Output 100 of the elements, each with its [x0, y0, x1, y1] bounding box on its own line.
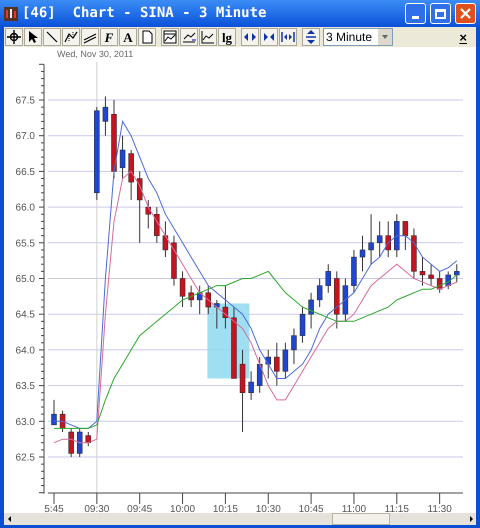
candlestick: [445, 270, 451, 290]
y-axis-label: 65.5: [16, 238, 35, 250]
candlestick: [308, 292, 314, 329]
indicator-chart-icon: [201, 30, 215, 44]
close-button[interactable]: [455, 3, 476, 24]
y-axis-label: 63.0: [16, 416, 35, 428]
candlestick: [222, 285, 228, 329]
expand-arrows-icon: [243, 30, 257, 44]
trendline-button[interactable]: [62, 28, 80, 46]
candlestick: [86, 432, 92, 447]
pointer-button[interactable]: [24, 28, 42, 46]
candlestick: [342, 278, 348, 322]
font-button[interactable]: F: [100, 28, 118, 46]
line-button[interactable]: [43, 28, 61, 46]
y-axis-label: 64.5: [16, 310, 35, 321]
candlestick: [128, 149, 134, 200]
candlestick: [68, 428, 74, 458]
chart-overlay-icon: [182, 30, 196, 44]
candlestick: [300, 306, 306, 344]
candlestick: [154, 206, 160, 244]
end-arrows-icon: [281, 30, 295, 44]
x-axis-label: 11:00: [342, 504, 366, 513]
candlestick: [256, 356, 262, 394]
candlestick: [188, 285, 194, 308]
y-axis-label: 66.0: [16, 202, 35, 214]
y-axis-label: 63.5: [16, 381, 35, 392]
y-axis-label: 64.0: [16, 345, 35, 356]
trendline-icon: [64, 30, 78, 44]
crosshair-button[interactable]: [5, 28, 23, 46]
candlestick: [454, 264, 460, 283]
candlestick: [274, 342, 280, 386]
window-title: [46] Chart - SINA - 3 Minute: [22, 4, 268, 23]
vertical-expand-icon: [304, 30, 318, 44]
x-axis-label: 10:15: [212, 504, 238, 513]
candlestick: [402, 220, 408, 250]
candlestick: [316, 278, 322, 308]
candlestick: [351, 249, 357, 294]
candlestick: [428, 264, 434, 286]
close-icon: [460, 8, 471, 19]
x-axis-label: 11:15: [384, 504, 409, 513]
indicator-chart-button[interactable]: [199, 28, 217, 46]
y-axis-label: 62.5: [16, 452, 35, 464]
x-axis-label: 11:30: [428, 504, 452, 513]
crosshair-icon: [7, 30, 21, 44]
x-axis-label: 10:45: [298, 504, 324, 513]
minimize-button[interactable]: [405, 3, 426, 24]
candlestick: [146, 199, 152, 230]
maximize-button[interactable]: [430, 3, 451, 24]
shrink-arrows-icon: [262, 30, 276, 44]
candlestick: [326, 264, 331, 294]
x-axis-label: 09:45: [127, 504, 152, 513]
y-axis-label: 67.0: [16, 131, 35, 142]
chart-app-icon: [4, 6, 18, 20]
pointer-icon: [26, 30, 40, 44]
candlestick: [436, 270, 442, 294]
candlestick: [360, 235, 366, 272]
x-axis-label: 10:30: [256, 504, 281, 513]
chart-date: Wed, Nov 30, 2011: [57, 49, 134, 59]
candlestick: [376, 220, 382, 258]
y-axis-label: 65.0: [16, 274, 35, 285]
candlestick: [334, 270, 340, 329]
candlestick: [162, 220, 168, 258]
y-axis-label: 66.5: [16, 166, 35, 178]
page-icon: [140, 30, 154, 44]
expand-arrows-button[interactable]: [241, 28, 259, 46]
candlestick: [120, 135, 126, 180]
candlestick: [206, 285, 211, 315]
candlestick: [394, 214, 400, 258]
close-chart-button[interactable]: ×: [455, 30, 471, 44]
candlestick: [180, 270, 186, 308]
log-scale-button[interactable]: lg: [218, 28, 236, 46]
x-axis-label: 09:30: [84, 504, 110, 513]
candlestick: [60, 410, 66, 432]
candlestick: [248, 370, 254, 400]
chart-window-icon: [163, 30, 177, 44]
candlestick: [411, 228, 417, 279]
candlestick: [282, 342, 288, 379]
interval-dropdown[interactable]: 3 Minute: [323, 28, 393, 46]
shrink-arrows-button[interactable]: [260, 28, 278, 46]
scrollbar-thumb[interactable]: [332, 513, 390, 525]
line-icon: [45, 30, 59, 44]
chart-window-button[interactable]: [161, 28, 179, 46]
candlestick: [420, 256, 426, 286]
end-arrows-button[interactable]: [279, 28, 297, 46]
candlestick: [51, 399, 57, 426]
y-axis-label: 67.5: [16, 96, 35, 106]
candlestick: [214, 299, 220, 329]
x-axis-label: 5:45: [44, 504, 64, 513]
candlestick: [385, 220, 391, 258]
candlestick: [196, 285, 202, 315]
candlestick: [76, 428, 82, 458]
horizontal-scrollbar[interactable]: [4, 513, 476, 525]
page-button[interactable]: [138, 28, 156, 46]
candlestick: [171, 235, 177, 286]
chart-overlay-button[interactable]: [180, 28, 198, 46]
x-axis-label: 10:00: [170, 504, 196, 513]
candlestick: [291, 328, 297, 365]
candlestick: [102, 96, 108, 136]
vertical-expand-button[interactable]: [302, 28, 320, 46]
text-button[interactable]: A: [119, 28, 137, 46]
